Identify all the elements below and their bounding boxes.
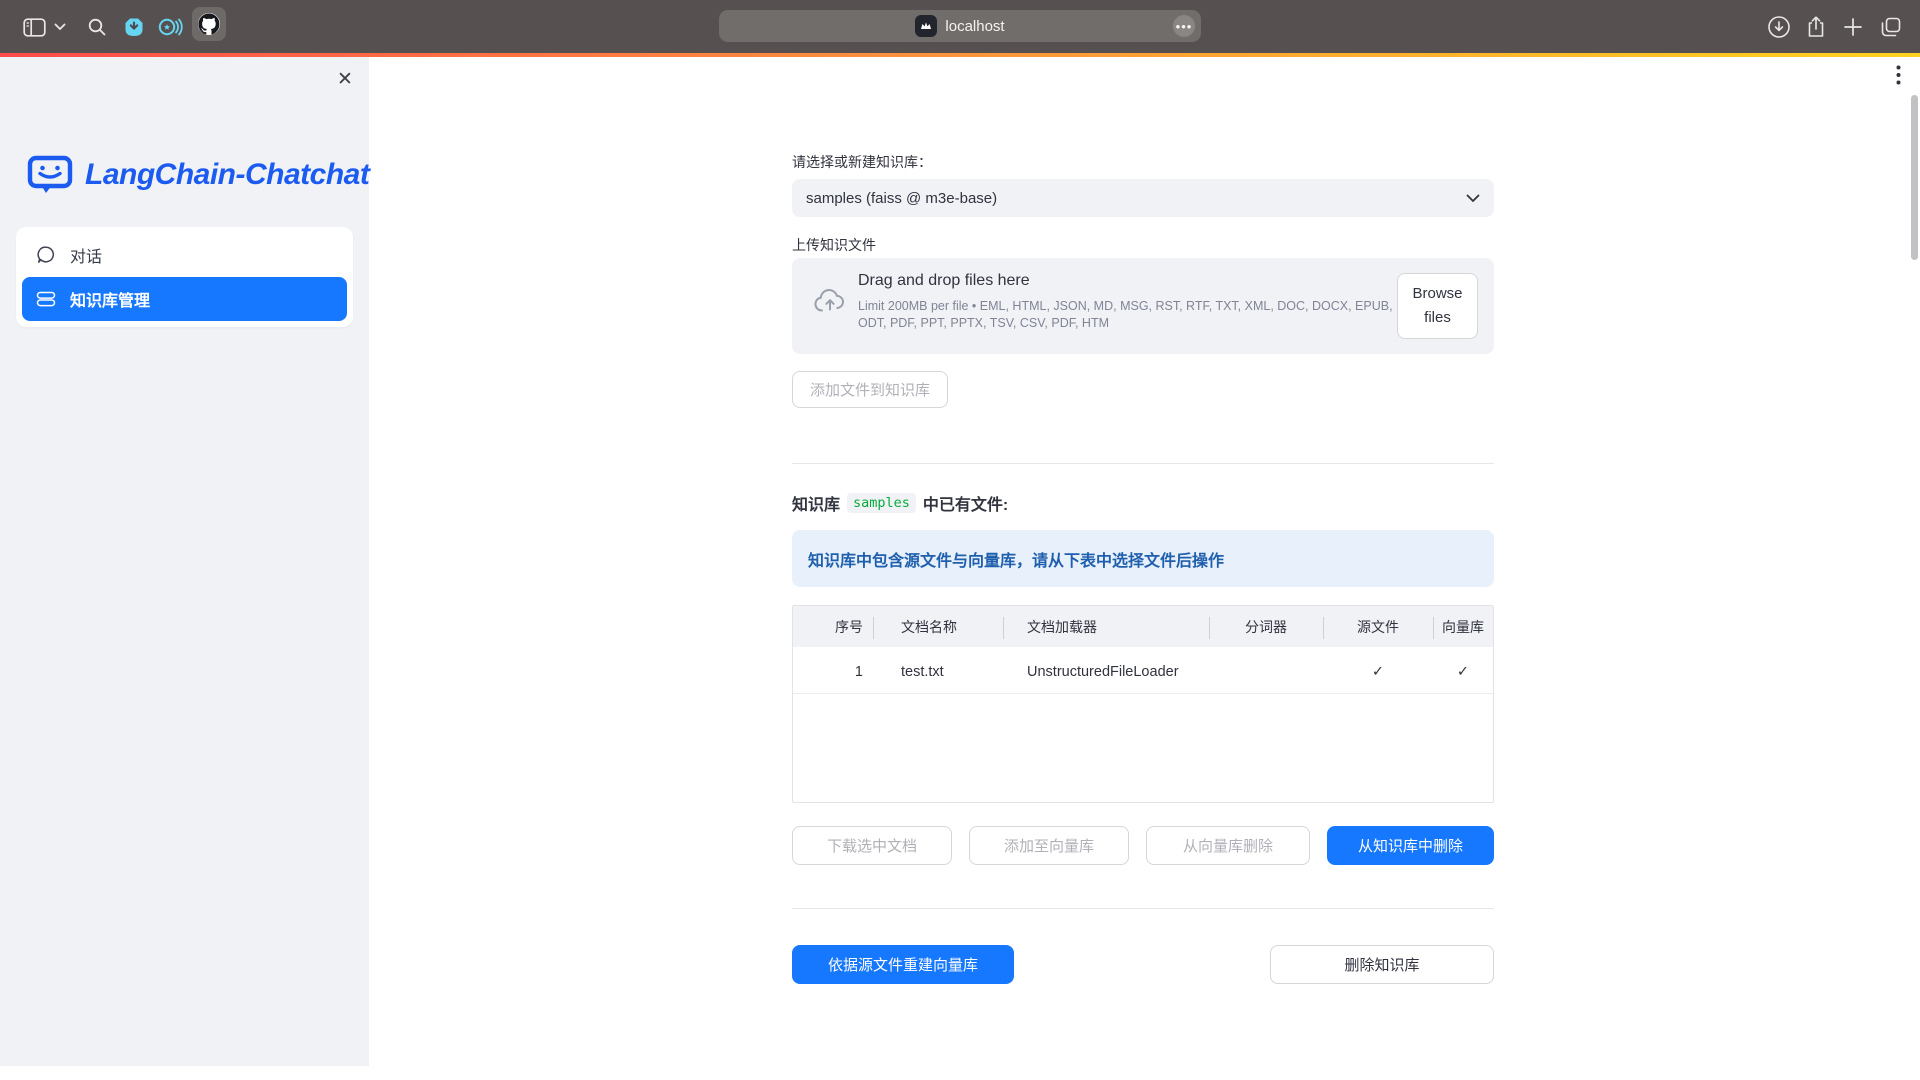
new-tab-icon[interactable] xyxy=(1839,13,1867,41)
sidebar-item-label: 知识库管理 xyxy=(70,287,150,311)
delete-kb-button[interactable]: 删除知识库 xyxy=(1270,945,1494,984)
chat-bubble-icon xyxy=(36,245,56,265)
tabs-overview-icon[interactable] xyxy=(1877,13,1905,41)
dropzone-limit: Limit 200MB per file • EML, HTML, JSON, … xyxy=(858,298,1420,332)
add-to-vector-button[interactable]: 添加至向量库 xyxy=(969,826,1129,865)
col-header-loader[interactable]: 文档加载器 xyxy=(1003,606,1209,647)
url-host: localhost xyxy=(945,18,1004,35)
logo-chat-icon xyxy=(27,155,73,195)
info-text: 知识库中包含源文件与向量库，请从下表中选择文件后操作 xyxy=(808,547,1224,571)
sidebar-toggle-icon[interactable] xyxy=(20,13,48,41)
add-files-to-kb-button[interactable]: 添加文件到知识库 xyxy=(792,371,948,408)
scrollbar-thumb[interactable] xyxy=(1911,95,1918,260)
main-content: 请选择或新建知识库： samples (faiss @ m3e-base) 上传… xyxy=(792,57,1494,1080)
share-icon[interactable] xyxy=(1802,13,1830,41)
page-more-icon[interactable]: ••• xyxy=(1173,15,1195,37)
kb-selectbox-value: samples (faiss @ m3e-base) xyxy=(806,190,1466,207)
cloud-upload-icon xyxy=(814,289,846,313)
downloads-icon[interactable] xyxy=(1765,13,1793,41)
sidebar-item-label: 对话 xyxy=(70,243,102,267)
col-header-doc-name[interactable]: 文档名称 xyxy=(873,606,1003,647)
app-logo: LangChain-Chatchat xyxy=(27,155,369,195)
kb-select-label: 请选择或新建知识库： xyxy=(792,152,932,172)
heading-prefix: 知识库 xyxy=(792,491,840,515)
app-page: ✕ LangChain-Chatchat 对话 xyxy=(0,57,1920,1080)
file-dropzone[interactable]: Drag and drop files here Limit 200MB per… xyxy=(792,258,1494,354)
heading-suffix: 中已有文件: xyxy=(923,491,1008,515)
sidebar-item-dialogue[interactable]: 对话 xyxy=(22,233,347,277)
search-icon[interactable] xyxy=(83,13,111,41)
broadcast-extension-icon[interactable] xyxy=(156,13,184,41)
kb-name-code: samples xyxy=(847,493,916,513)
col-header-index[interactable]: 序号 xyxy=(793,606,873,647)
sidebar-item-kb-management[interactable]: 知识库管理 xyxy=(22,277,347,321)
delete-from-kb-button[interactable]: 从知识库中删除 xyxy=(1327,826,1494,865)
chevron-down-icon[interactable] xyxy=(46,13,74,41)
kb-files-heading: 知识库 samples 中已有文件: xyxy=(792,491,1008,515)
sidebar-close-icon[interactable]: ✕ xyxy=(331,65,359,93)
col-header-source-file[interactable]: 源文件 xyxy=(1323,606,1433,647)
kb-bottom-buttons: 依据源文件重建向量库 删除知识库 xyxy=(792,945,1494,985)
app-menu-icon[interactable] xyxy=(1886,62,1910,88)
col-header-vector-store[interactable]: 向量库 xyxy=(1433,606,1493,647)
files-table: 序号 文档名称 文档加载器 分词器 源文件 向量库 1 test.txt Uns… xyxy=(792,605,1494,803)
github-extension-icon[interactable] xyxy=(192,7,226,41)
logo-text: LangChain-Chatchat xyxy=(85,158,369,192)
cat-download-extension-icon[interactable] xyxy=(120,13,148,41)
divider xyxy=(792,908,1494,909)
upload-label: 上传知识文件 xyxy=(792,235,876,255)
cell-doc-name: test.txt xyxy=(873,650,1003,693)
table-header-row: 序号 文档名称 文档加载器 分词器 源文件 向量库 xyxy=(793,606,1493,650)
chevron-down-icon xyxy=(1466,194,1480,203)
browser-toolbar: localhost ••• xyxy=(0,0,1920,53)
kb-stack-icon xyxy=(36,289,56,309)
cell-loader: UnstructuredFileLoader xyxy=(1003,650,1209,693)
kb-selectbox[interactable]: samples (faiss @ m3e-base) xyxy=(792,179,1494,217)
info-banner: 知识库中包含源文件与向量库，请从下表中选择文件后操作 xyxy=(792,530,1494,587)
sidebar: ✕ LangChain-Chatchat 对话 xyxy=(0,57,369,1066)
rebuild-vector-store-button[interactable]: 依据源文件重建向量库 xyxy=(792,945,1014,984)
delete-from-vector-button[interactable]: 从向量库删除 xyxy=(1146,826,1310,865)
cell-index: 1 xyxy=(793,650,873,693)
col-header-splitter[interactable]: 分词器 xyxy=(1209,606,1323,647)
url-bar[interactable]: localhost ••• xyxy=(719,10,1201,42)
cell-splitter xyxy=(1209,650,1323,693)
cell-source-file-check: ✓ xyxy=(1323,650,1433,693)
download-selected-button[interactable]: 下载选中文档 xyxy=(792,826,952,865)
browse-files-button[interactable]: Browse files xyxy=(1397,273,1478,339)
site-favicon xyxy=(915,15,937,37)
table-row[interactable]: 1 test.txt UnstructuredFileLoader ✓ ✓ xyxy=(793,650,1493,694)
sidebar-menu: 对话 知识库管理 xyxy=(16,227,353,327)
dropzone-title: Drag and drop files here xyxy=(858,272,1030,290)
file-action-buttons: 下载选中文档 添加至向量库 从向量库删除 从知识库中删除 xyxy=(792,826,1494,866)
cell-vector-check: ✓ xyxy=(1433,650,1493,693)
divider xyxy=(792,463,1494,464)
